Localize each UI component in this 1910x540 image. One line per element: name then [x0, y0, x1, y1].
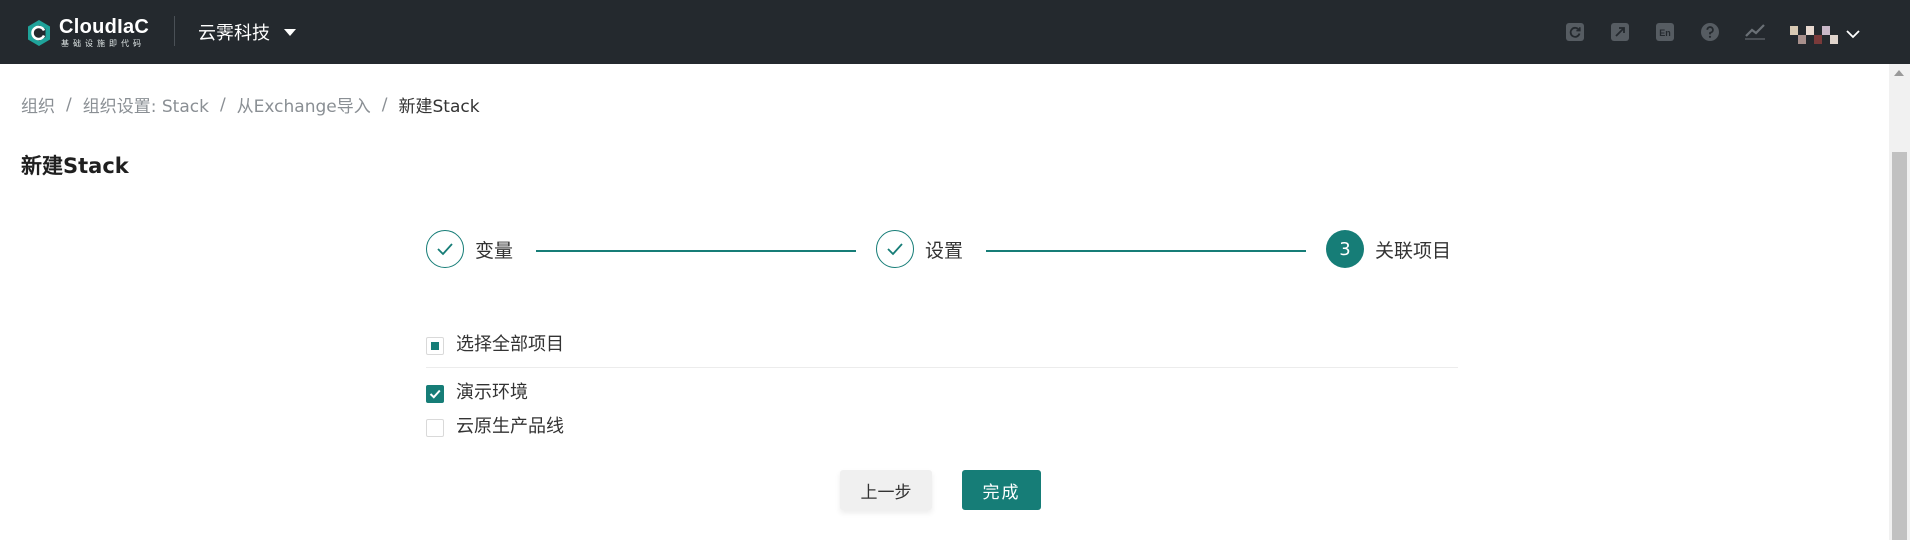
- project-label-demo[interactable]: 演示环境: [456, 382, 528, 404]
- help-icon[interactable]: [1699, 21, 1721, 43]
- step-connector: [986, 250, 1306, 252]
- scroll-up-arrow-icon[interactable]: [1894, 70, 1904, 76]
- step-2-label: 设置: [925, 240, 964, 262]
- divider: [426, 367, 1458, 368]
- scrollbar-thumb[interactable]: [1892, 152, 1907, 540]
- caret-down-icon: [284, 28, 296, 36]
- breadcrumb-separator: /: [381, 94, 388, 115]
- avatar-pixel: [1830, 35, 1838, 44]
- brand-tagline: 基础设施即代码: [61, 39, 145, 48]
- finish-button[interactable]: 完成: [962, 470, 1041, 510]
- project-checkbox-demo[interactable]: [426, 385, 444, 403]
- org-switcher[interactable]: 云霁科技: [198, 20, 296, 44]
- avatar-pixel: [1790, 26, 1798, 35]
- breadcrumb-current: 新建Stack: [398, 97, 480, 117]
- step-3-active-circle: 3: [1326, 230, 1364, 268]
- avatar-pixel: [1822, 26, 1830, 35]
- step-1-label: 变量: [475, 240, 514, 262]
- breadcrumb-separator: /: [219, 94, 226, 115]
- project-label-cloud-native[interactable]: 云原生产品线: [456, 416, 564, 438]
- step-3-label: 关联项目: [1375, 240, 1452, 262]
- user-avatar[interactable]: [1790, 26, 1840, 44]
- cloudiac-logo-icon: [28, 20, 50, 46]
- project-checkbox-cloud-native[interactable]: [426, 419, 444, 437]
- trend-chart-icon[interactable]: [1744, 21, 1766, 43]
- avatar-pixel: [1806, 26, 1814, 35]
- refresh-icon[interactable]: [1564, 21, 1586, 43]
- avatar-pixel: [1814, 35, 1822, 44]
- language-en-text: En: [1659, 28, 1671, 38]
- language-en-icon[interactable]: En: [1654, 21, 1676, 43]
- scrollbar[interactable]: [1889, 64, 1910, 540]
- page-title: 新建Stack: [21, 154, 129, 178]
- header-divider: [174, 16, 175, 46]
- step-connector: [536, 250, 856, 252]
- org-name: 云霁科技: [198, 23, 270, 44]
- external-link-icon[interactable]: [1609, 21, 1631, 43]
- select-all-checkbox[interactable]: [426, 337, 444, 355]
- top-navigation-bar: CloudIaC 基础设施即代码 云霁科技 En: [0, 0, 1910, 64]
- breadcrumb: 组织 / 组织设置: Stack / 从Exchange导入 / 新建Stack: [21, 92, 480, 118]
- check-icon: [429, 389, 441, 399]
- previous-step-button[interactable]: 上一步: [840, 470, 932, 510]
- chevron-down-icon[interactable]: [1846, 29, 1860, 39]
- breadcrumb-org[interactable]: 组织: [21, 92, 55, 117]
- avatar-pixel: [1798, 35, 1806, 44]
- brand-name: CloudIaC: [59, 16, 150, 38]
- step-3-number: 3: [1339, 238, 1351, 260]
- select-all-label[interactable]: 选择全部项目: [456, 334, 564, 356]
- check-icon: [887, 243, 903, 256]
- breadcrumb-separator: /: [66, 94, 72, 115]
- breadcrumb-import[interactable]: 从Exchange导入: [237, 92, 371, 117]
- breadcrumb-org-settings[interactable]: 组织设置: Stack: [83, 92, 209, 117]
- check-icon: [437, 243, 453, 256]
- step-1-done-circle: [426, 230, 464, 268]
- step-2-done-circle: [876, 230, 914, 268]
